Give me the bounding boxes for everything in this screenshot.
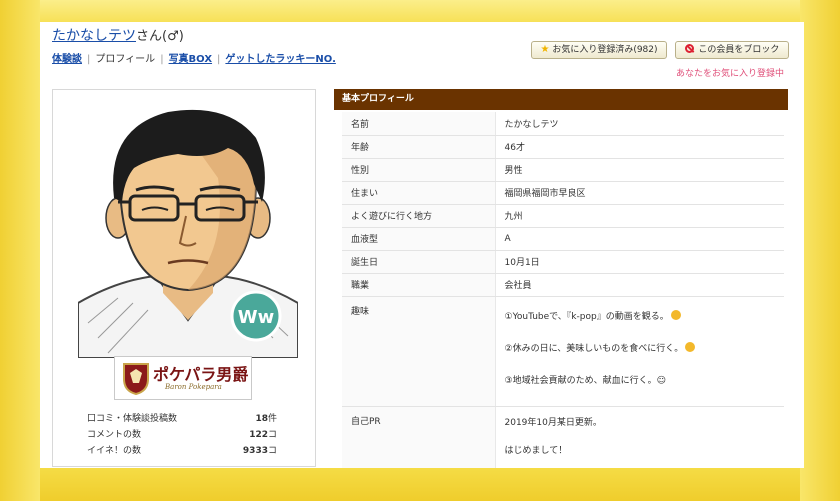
favorite-button[interactable]: ★ お気に入り登録済み(982)	[531, 41, 667, 59]
star-icon: ★	[540, 44, 550, 55]
favorite-status-note: あなたをお気に入り登録中	[676, 69, 785, 79]
table-row: 性別 男性	[342, 158, 784, 182]
pr-line: はじめまして！	[504, 445, 568, 456]
frame-bottom	[0, 468, 840, 501]
hobby-value: ①YouTubeで、『k-pop』の動画を観る。 ②休みの日に、美味しいものを食…	[495, 296, 784, 407]
stat-value: 18件	[255, 414, 277, 424]
hobby-label: 趣味	[342, 296, 496, 407]
section-title: 基本プロフィール	[334, 89, 788, 110]
nav-photo-box[interactable]: 写真BOX	[169, 54, 212, 65]
nav-separator: |	[87, 54, 91, 65]
member-name-link[interactable]: たかなしテツ	[52, 28, 136, 44]
stat-value: 122コ	[249, 430, 277, 440]
hobby-line: ①YouTubeで、『k-pop』の動画を観る。	[504, 311, 669, 322]
basic-profile: 基本プロフィール 名前 たかなしテツ 年齢 46才 性別 男性 住まい 福岡県福岡市早良…	[334, 89, 788, 468]
nav-separator: |	[160, 54, 164, 65]
rank-subtitle: Baron Pokepara	[165, 383, 222, 391]
stat-label: イイネ！の数	[87, 446, 142, 456]
table-row: 住まい 福岡県福岡市早良区	[342, 181, 784, 205]
block-member-button[interactable]: この会員をブロック	[675, 41, 789, 59]
profile-nav: 体験談 | プロフィール | 写真BOX | ゲットしたラッキーNO.	[52, 50, 336, 65]
hobby-line: ③地域社会貢献のため、献血に行く。☺	[504, 375, 666, 386]
pr-line: 2019年10月某日更新。	[504, 417, 602, 428]
stat-label: 口コミ・体験談投稿数	[87, 414, 178, 424]
smile-emoji-icon	[670, 309, 681, 320]
crest-icon	[123, 363, 149, 395]
favorite-button-label: お気に入り登録済み(982)	[552, 45, 658, 55]
stat-row: イイネ！の数 9333コ	[87, 440, 277, 456]
nav-lucky-number[interactable]: ゲットしたラッキーNO.	[225, 54, 335, 65]
smile-emoji-icon	[685, 341, 696, 352]
member-name-row: たかなしテツさん(♂)	[52, 25, 184, 45]
table-row: 名前 たかなしテツ	[342, 112, 784, 136]
member-card: Ww ポケパラ男爵 Baron Pokepara 口コミ・体験談投稿数 18件 …	[52, 89, 316, 467]
table-row-hobby: 趣味 ①YouTubeで、『k-pop』の動画を観る。 ②休みの日に、美味しいも…	[342, 296, 784, 407]
nav-profile: プロフィール	[95, 54, 156, 65]
member-name-suffix: さん(♂)	[136, 29, 184, 44]
pr-label: 自己PR	[342, 406, 496, 468]
table-row-pr: 自己PR 2019年10月某日更新。 はじめまして！	[342, 406, 784, 468]
nav-experience[interactable]: 体験談	[52, 54, 82, 65]
pr-value: 2019年10月某日更新。 はじめまして！	[495, 406, 784, 468]
nav-separator: |	[217, 54, 221, 65]
stat-row: コメントの数 122コ	[87, 424, 277, 440]
block-button-label: この会員をブロック	[698, 45, 780, 55]
stat-value: 9333コ	[242, 446, 277, 456]
hobby-line: ②休みの日に、美味しいものを食べに行く。	[504, 343, 684, 354]
badge-text: Ww	[238, 307, 274, 328]
profile-table: 名前 たかなしテツ 年齢 46才 性別 男性 住まい 福岡県福岡市早良区 よく遊びに行く…	[342, 112, 784, 468]
profile-page: たかなしテツさん(♂) 体験談 | プロフィール | 写真BOX | ゲットしたラッキーNO…	[40, 22, 804, 468]
avatar: Ww	[78, 109, 298, 358]
table-row: 誕生日 10月1日	[342, 250, 784, 274]
frame-right	[800, 0, 840, 501]
stat-row: 口コミ・体験談投稿数 18件	[87, 408, 277, 424]
table-row: 職業 会社員	[342, 273, 784, 297]
member-stats: 口コミ・体験談投稿数 18件 コメントの数 122コ イイネ！の数 9333コ	[87, 408, 277, 456]
table-row: 血液型 A	[342, 227, 784, 251]
frame-left	[0, 0, 40, 501]
rank-title: ポケパラ男爵	[153, 365, 249, 384]
stat-label: コメントの数	[87, 430, 142, 440]
table-row: よく遊びに行く地方 九州	[342, 204, 784, 228]
prohibited-icon	[684, 44, 694, 53]
table-row: 年齢 46才	[342, 135, 784, 159]
rank-banner: ポケパラ男爵 Baron Pokepara	[114, 356, 252, 400]
